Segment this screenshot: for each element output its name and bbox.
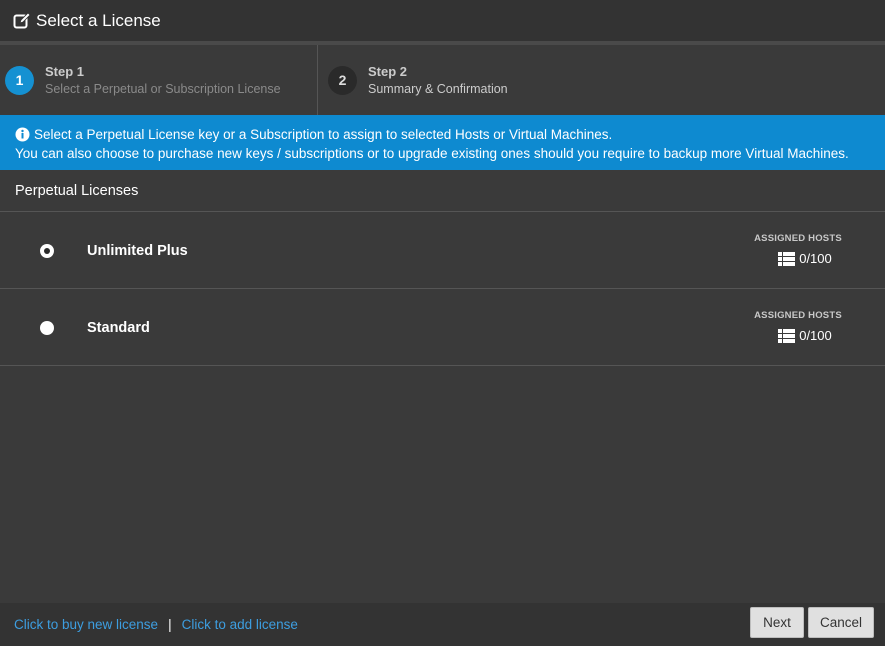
assigned-hosts-label: ASSIGNED HOSTS	[754, 233, 842, 244]
dialog-titlebar: Select a License	[0, 0, 885, 45]
assigned-hosts: ASSIGNED HOSTS 0/100	[748, 233, 848, 266]
next-button[interactable]: Next	[750, 607, 804, 638]
step-1-number: 1	[5, 65, 34, 95]
server-list-icon	[778, 328, 796, 343]
assigned-hosts-count: 0/100	[799, 251, 832, 266]
step-1-subtitle: Select a Perpetual or Subscription Licen…	[45, 82, 281, 96]
step-1[interactable]: 1 Step 1 Select a Perpetual or Subscript…	[0, 45, 318, 115]
buy-license-link[interactable]: Click to buy new license	[14, 617, 158, 632]
license-row-unlimited-plus[interactable]: Unlimited Plus ASSIGNED HOSTS 0/100	[0, 212, 885, 289]
step-1-title: Step 1	[45, 64, 85, 79]
step-2[interactable]: 2 Step 2 Summary & Confirmation	[318, 45, 508, 115]
license-name: Unlimited Plus	[87, 243, 188, 259]
assigned-hosts-label: ASSIGNED HOSTS	[754, 310, 842, 321]
license-name: Standard	[87, 320, 150, 336]
info-text-line2: You can also choose to purchase new keys…	[15, 146, 849, 161]
dialog-footer: Click to buy new license | Click to add …	[0, 603, 885, 646]
license-radio-unlimited-plus[interactable]	[40, 244, 54, 258]
footer-separator: |	[168, 617, 172, 632]
step-2-subtitle: Summary & Confirmation	[368, 82, 508, 96]
server-list-icon	[778, 251, 796, 266]
step-2-number: 2	[328, 65, 357, 95]
cancel-button[interactable]: Cancel	[808, 607, 874, 638]
info-icon	[15, 127, 30, 142]
wizard-steps: 1 Step 1 Select a Perpetual or Subscript…	[0, 45, 885, 115]
edit-icon	[13, 11, 31, 30]
add-license-link[interactable]: Click to add license	[182, 617, 298, 632]
license-row-standard[interactable]: Standard ASSIGNED HOSTS 0/100	[0, 289, 885, 366]
assigned-hosts-count: 0/100	[799, 328, 832, 343]
license-radio-standard[interactable]	[40, 321, 54, 335]
step-2-title: Step 2	[368, 64, 408, 79]
section-title: Perpetual Licenses	[0, 170, 885, 212]
info-banner: Select a Perpetual License key or a Subs…	[0, 115, 885, 170]
dialog-title: Select a License	[36, 10, 161, 30]
info-text-line1: Select a Perpetual License key or a Subs…	[34, 127, 613, 142]
assigned-hosts: ASSIGNED HOSTS 0/100	[748, 310, 848, 343]
